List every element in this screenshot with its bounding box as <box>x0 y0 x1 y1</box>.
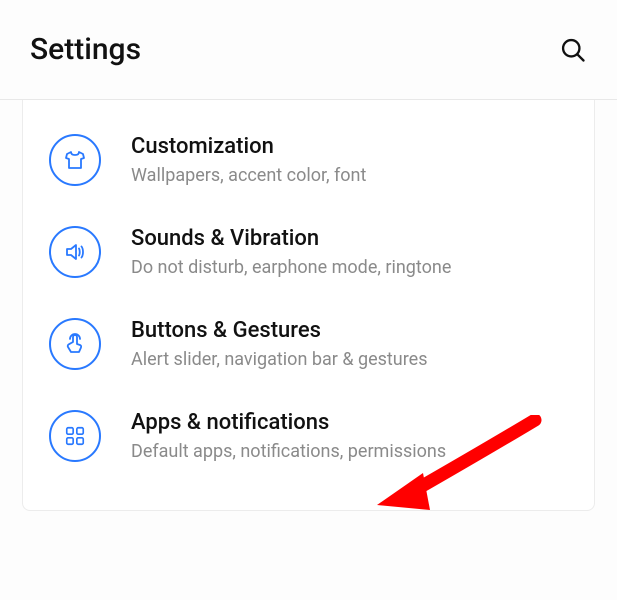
apps-icon <box>49 410 101 462</box>
settings-list: Customization Wallpapers, accent color, … <box>22 100 595 511</box>
list-item-text: Customization Wallpapers, accent color, … <box>131 134 366 186</box>
page-title: Settings <box>30 32 141 67</box>
list-item-sounds[interactable]: Sounds & Vibration Do not disturb, earph… <box>23 206 594 298</box>
touch-icon <box>49 318 101 370</box>
speaker-icon <box>49 226 101 278</box>
list-item-title: Apps & notifications <box>131 410 446 435</box>
list-item-title: Buttons & Gestures <box>131 318 428 343</box>
search-icon[interactable] <box>559 36 587 64</box>
list-item-text: Apps & notifications Default apps, notif… <box>131 410 446 462</box>
list-item-title: Customization <box>131 134 366 159</box>
list-item-subtitle: Default apps, notifications, permissions <box>131 441 446 462</box>
list-item-text: Sounds & Vibration Do not disturb, earph… <box>131 226 451 278</box>
shirt-icon <box>49 134 101 186</box>
list-item-buttons[interactable]: Buttons & Gestures Alert slider, navigat… <box>23 298 594 390</box>
list-item-subtitle: Wallpapers, accent color, font <box>131 165 366 186</box>
list-item-title: Sounds & Vibration <box>131 226 451 251</box>
header: Settings <box>0 0 617 100</box>
list-item-subtitle: Alert slider, navigation bar & gestures <box>131 349 428 370</box>
list-item-customization[interactable]: Customization Wallpapers, accent color, … <box>23 114 594 206</box>
list-item-subtitle: Do not disturb, earphone mode, ringtone <box>131 257 451 278</box>
list-item-apps[interactable]: Apps & notifications Default apps, notif… <box>23 390 594 482</box>
list-item-text: Buttons & Gestures Alert slider, navigat… <box>131 318 428 370</box>
